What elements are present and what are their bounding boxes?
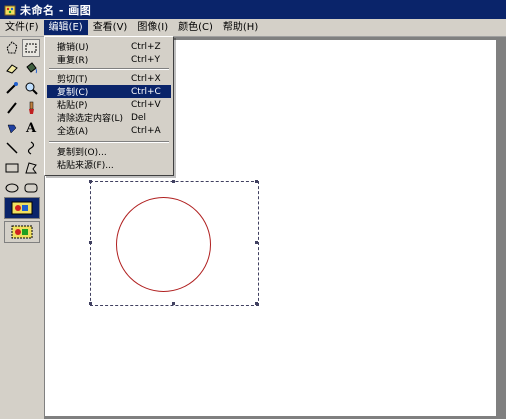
selection-handle[interactable] — [172, 302, 175, 305]
ellipse-icon[interactable] — [3, 179, 21, 197]
menu-view[interactable]: 查看(V) — [88, 20, 133, 35]
toolbox: A — [0, 37, 45, 419]
selection-handle[interactable] — [255, 241, 258, 244]
color-picker-icon[interactable] — [3, 79, 21, 97]
menu-item-clear-selection[interactable]: 清除选定内容(L) Del — [47, 111, 171, 125]
selection-handle[interactable] — [89, 241, 92, 244]
menu-separator — [49, 141, 169, 143]
title-bar: 未命名 - 画图 — [0, 0, 506, 19]
menu-edit[interactable]: 编辑(E) — [43, 20, 88, 35]
window-title: 未命名 - 画图 — [20, 3, 92, 17]
menu-item-redo[interactable]: 重复(R) Ctrl+Y — [47, 53, 171, 67]
menu-item-paste[interactable]: 粘贴(P) Ctrl+V — [47, 98, 171, 112]
brush-icon[interactable] — [22, 99, 40, 117]
menu-item-cut[interactable]: 剪切(T) Ctrl+X — [47, 72, 171, 86]
fill-bucket-icon[interactable] — [22, 59, 40, 77]
polygon-icon[interactable] — [22, 159, 40, 177]
magnifier-icon[interactable] — [22, 79, 40, 97]
free-select-icon[interactable] — [3, 39, 21, 57]
transparency-option-opaque[interactable] — [4, 197, 40, 219]
rectangle-icon[interactable] — [3, 159, 21, 177]
selection-handle[interactable] — [89, 302, 92, 305]
menu-item-undo[interactable]: 撤销(U) Ctrl+Z — [47, 40, 171, 54]
selection-handle[interactable] — [172, 180, 175, 183]
rect-select-icon[interactable] — [22, 39, 40, 57]
pencil-icon[interactable] — [3, 99, 21, 117]
text-icon[interactable]: A — [22, 119, 40, 137]
line-icon[interactable] — [3, 139, 21, 157]
menu-item-copy[interactable]: 复制(C) Ctrl+C — [47, 85, 171, 98]
menu-bar: 文件(F) 编辑(E) 查看(V) 图像(I) 颜色(C) 帮助(H) — [0, 19, 506, 37]
eraser-icon[interactable] — [3, 59, 21, 77]
menu-item-paste-from[interactable]: 粘贴来源(F)... — [47, 158, 171, 171]
menu-separator — [49, 68, 169, 70]
menu-help[interactable]: 帮助(H) — [218, 20, 263, 35]
selection-handle[interactable] — [255, 180, 258, 183]
menu-colors[interactable]: 颜色(C) — [173, 20, 218, 35]
edit-menu-dropdown: 撤销(U) Ctrl+Z 重复(R) Ctrl+Y 剪切(T) Ctrl+X 复… — [44, 36, 174, 176]
curve-icon[interactable] — [22, 139, 40, 157]
menu-item-copy-to[interactable]: 复制到(O)... — [47, 145, 171, 158]
drawn-circle — [116, 197, 211, 292]
rounded-rect-icon[interactable] — [22, 179, 40, 197]
transparency-option-transparent[interactable] — [4, 221, 40, 243]
selection-handle[interactable] — [89, 180, 92, 183]
menu-file[interactable]: 文件(F) — [0, 20, 44, 35]
menu-item-select-all[interactable]: 全选(A) Ctrl+A — [47, 124, 171, 138]
paint-app-icon — [3, 3, 16, 16]
airbrush-icon[interactable] — [3, 119, 21, 137]
selection-handle[interactable] — [255, 302, 258, 305]
menu-image[interactable]: 图像(I) — [132, 20, 173, 35]
